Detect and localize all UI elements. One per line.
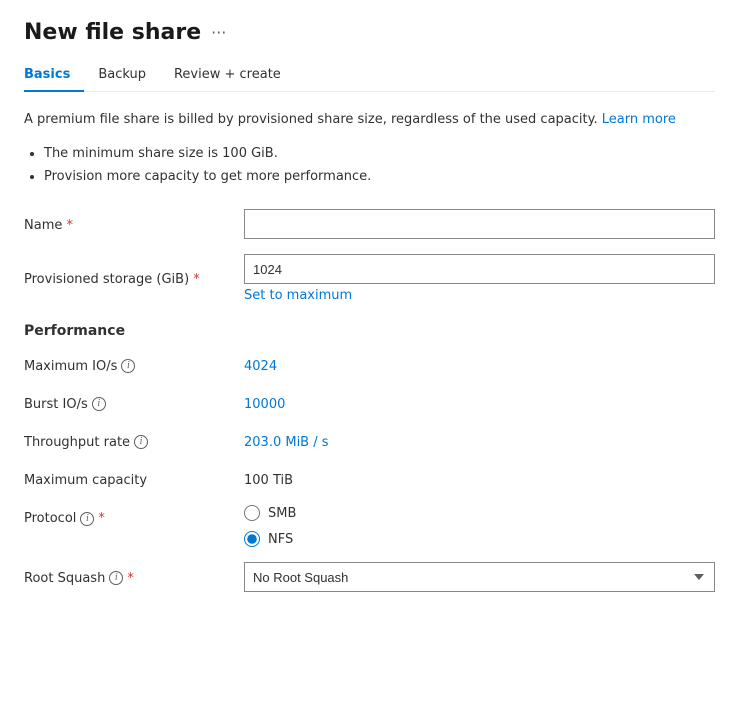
tab-backup[interactable]: Backup [84,59,160,92]
burst-io-info-icon[interactable]: i [92,397,106,411]
root-squash-select[interactable]: No Root Squash Root Squash All Squash [244,562,715,592]
protocol-smb-label: SMB [268,506,296,521]
name-field-row: Name * [24,208,715,240]
performance-section-title: Performance [24,323,715,339]
root-squash-row: Root Squash i * No Root Squash Root Squa… [24,561,715,593]
protocol-label: Protocol i * [24,505,244,526]
info-bullets: The minimum share size is 100 GiB. Provi… [44,142,715,189]
storage-required-star: * [193,272,200,287]
throughput-label: Throughput rate i [24,435,244,450]
burst-io-row: Burst IO/s i 10000 [24,391,715,417]
root-squash-info-icon[interactable]: i [109,571,123,585]
root-squash-label: Root Squash i * [24,569,244,586]
protocol-nfs-option[interactable]: NFS [244,531,296,547]
learn-more-link[interactable]: Learn more [602,112,676,127]
protocol-required-star: * [98,511,105,526]
page-title-container: New file share ··· [24,20,715,45]
bullet-item-2: Provision more capacity to get more perf… [44,165,715,188]
storage-label: Provisioned storage (GiB) * [24,270,244,287]
max-io-row: Maximum IO/s i 4024 [24,353,715,379]
throughput-row: Throughput rate i 203.0 MiB / s [24,429,715,455]
storage-field-container: Set to maximum [244,254,715,303]
set-to-max-link[interactable]: Set to maximum [244,288,715,303]
throughput-value: 203.0 MiB / s [244,435,329,450]
bullet-item-1: The minimum share size is 100 GiB. [44,142,715,165]
max-capacity-row: Maximum capacity 100 TiB [24,467,715,493]
protocol-info-icon[interactable]: i [80,512,94,526]
tab-review[interactable]: Review + create [160,59,295,92]
throughput-info-icon[interactable]: i [134,435,148,449]
max-capacity-value: 100 TiB [244,473,293,488]
max-io-value: 4024 [244,359,277,374]
protocol-nfs-radio[interactable] [244,531,260,547]
max-io-label: Maximum IO/s i [24,359,244,374]
page-title: New file share [24,20,201,45]
protocol-radio-group: SMB NFS [244,505,296,547]
root-squash-field-container: No Root Squash Root Squash All Squash [244,562,715,592]
storage-input[interactable] [244,254,715,284]
protocol-smb-option[interactable]: SMB [244,505,296,521]
name-label: Name * [24,216,244,233]
name-field-container [244,209,715,239]
name-input[interactable] [244,209,715,239]
protocol-row: Protocol i * SMB NFS [24,505,715,547]
info-text: A premium file share is billed by provis… [24,112,598,127]
tab-bar: Basics Backup Review + create [24,59,715,92]
name-required-star: * [67,218,74,233]
storage-field-row: Provisioned storage (GiB) * Set to maxim… [24,254,715,303]
burst-io-value: 10000 [244,397,285,412]
root-squash-required-star: * [127,571,134,586]
max-capacity-label: Maximum capacity [24,473,244,488]
protocol-smb-radio[interactable] [244,505,260,521]
page-title-ellipsis: ··· [211,23,226,42]
info-description: A premium file share is billed by provis… [24,110,715,130]
tab-basics[interactable]: Basics [24,59,84,92]
burst-io-label: Burst IO/s i [24,397,244,412]
max-io-info-icon[interactable]: i [121,359,135,373]
protocol-nfs-label: NFS [268,532,293,547]
